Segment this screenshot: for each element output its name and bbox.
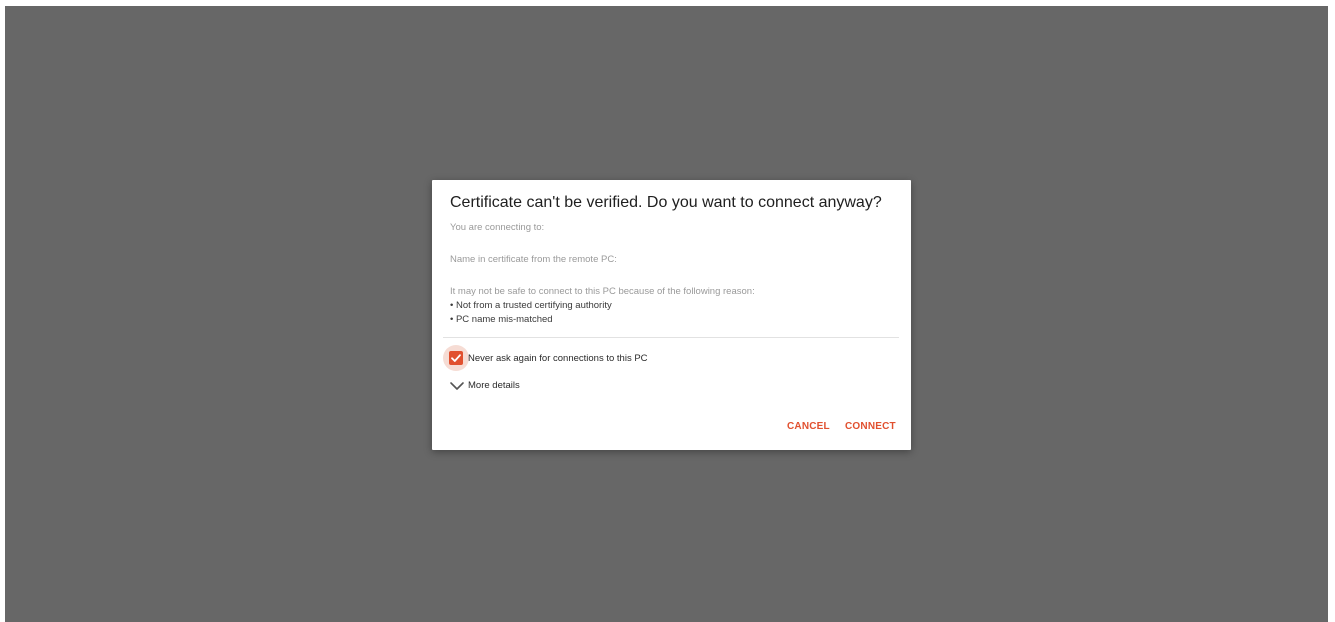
certificate-name-text: Name in certificate from the remote PC:: [450, 254, 617, 265]
reason-item: • PC name mis-matched: [450, 314, 553, 325]
connecting-to-text: You are connecting to:: [450, 222, 545, 233]
checkmark-icon: [449, 351, 463, 365]
divider: [443, 337, 899, 338]
reason-intro-text: It may not be safe to connect to this PC…: [450, 286, 755, 297]
never-ask-label[interactable]: Never ask again for connections to this …: [468, 353, 648, 364]
chevron-down-icon[interactable]: [449, 381, 465, 391]
more-details-toggle[interactable]: More details: [468, 380, 520, 391]
never-ask-checkbox[interactable]: [443, 345, 469, 371]
connect-button[interactable]: CONNECT: [845, 421, 896, 432]
dialog-title: Certificate can't be verified. Do you wa…: [450, 194, 882, 211]
remote-desktop-backdrop: Certificate can't be verified. Do you wa…: [5, 6, 1328, 622]
certificate-warning-dialog: Certificate can't be verified. Do you wa…: [432, 180, 911, 450]
reason-item: • Not from a trusted certifying authorit…: [450, 300, 612, 311]
cancel-button[interactable]: CANCEL: [787, 421, 830, 432]
